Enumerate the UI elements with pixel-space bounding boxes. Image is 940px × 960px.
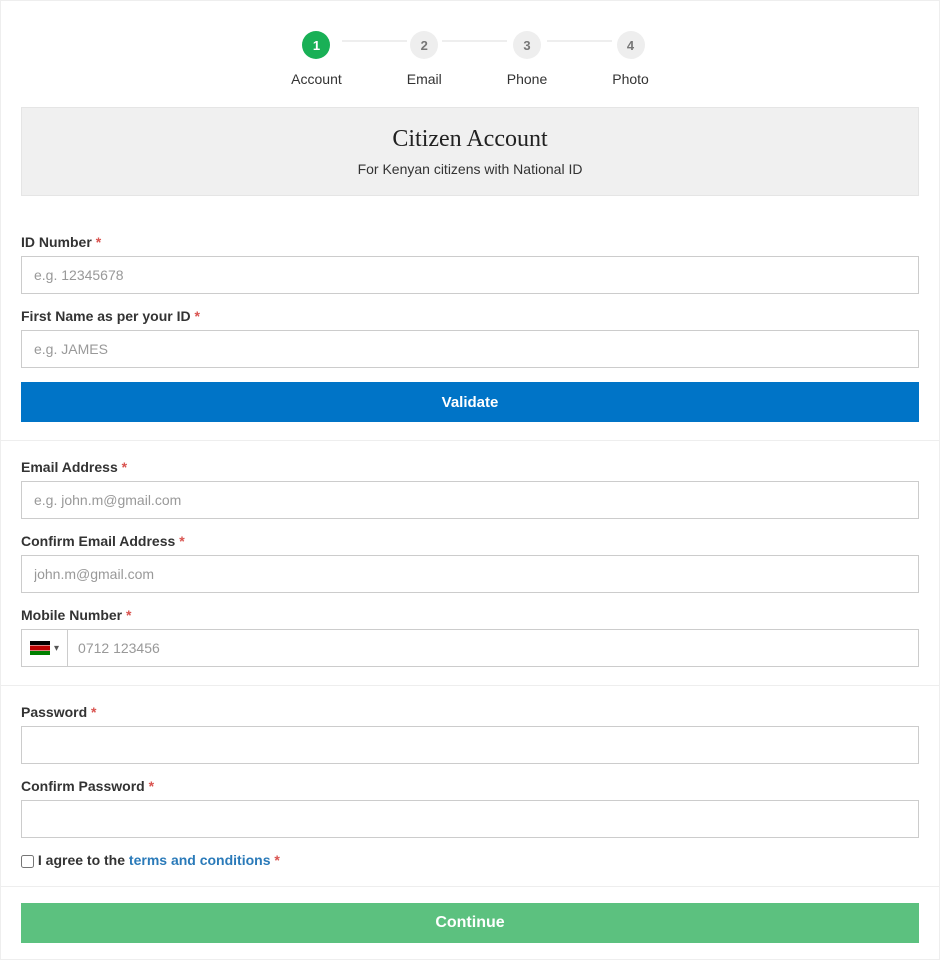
step-circle: 3 (513, 31, 541, 59)
step-circle: 2 (410, 31, 438, 59)
flag-icon (30, 641, 50, 655)
mobile-number-field: ▾ (21, 629, 919, 667)
password-label: Password * (21, 704, 919, 720)
account-type-header: Citizen Account For Kenyan citizens with… (21, 107, 919, 196)
continue-button[interactable]: Continue (21, 903, 919, 943)
step-label: Email (407, 71, 442, 87)
confirm-password-input[interactable] (21, 800, 919, 838)
id-number-input[interactable] (21, 256, 919, 294)
email-input[interactable] (21, 481, 919, 519)
password-input[interactable] (21, 726, 919, 764)
step-label: Phone (507, 71, 547, 87)
step-label: Photo (612, 71, 649, 87)
progress-stepper: 1 Account 2 Email 3 Phone 4 Photo (1, 1, 939, 107)
required-mark: * (274, 852, 279, 868)
validate-button[interactable]: Validate (21, 382, 919, 422)
step-email[interactable]: 2 Email (407, 31, 442, 87)
confirm-password-label: Confirm Password * (21, 778, 919, 794)
step-account[interactable]: 1 Account (291, 31, 342, 87)
terms-link[interactable]: terms and conditions (129, 852, 274, 868)
form-footer: Continue (1, 886, 939, 959)
step-photo[interactable]: 4 Photo (612, 31, 649, 87)
email-label: Email Address * (21, 459, 919, 475)
mobile-label: Mobile Number * (21, 607, 919, 623)
confirm-email-input[interactable] (21, 555, 919, 593)
step-label: Account (291, 71, 342, 87)
account-form-panel: 1 Account 2 Email 3 Phone 4 Photo Citize… (0, 0, 940, 960)
step-phone[interactable]: 3 Phone (507, 31, 547, 87)
step-connector (547, 40, 612, 42)
agree-text: I agree to the (38, 852, 129, 868)
step-circle: 4 (617, 31, 645, 59)
section-identity: ID Number * First Name as per your ID * … (1, 216, 939, 440)
section-password: Password * Confirm Password * I agree to… (1, 685, 939, 886)
terms-row: I agree to the terms and conditions * (21, 852, 919, 868)
agree-terms-checkbox[interactable] (21, 855, 34, 868)
confirm-email-label: Confirm Email Address * (21, 533, 919, 549)
section-contact: Email Address * Confirm Email Address * … (1, 440, 939, 685)
step-connector (342, 40, 407, 42)
id-number-label: ID Number * (21, 234, 919, 250)
chevron-down-icon: ▾ (54, 643, 59, 654)
first-name-input[interactable] (21, 330, 919, 368)
step-connector (442, 40, 507, 42)
header-title: Citizen Account (40, 126, 900, 153)
mobile-number-input[interactable] (68, 630, 918, 666)
step-circle: 1 (302, 31, 330, 59)
country-code-select[interactable]: ▾ (22, 630, 68, 666)
header-subtitle: For Kenyan citizens with National ID (40, 161, 900, 177)
first-name-label: First Name as per your ID * (21, 308, 919, 324)
